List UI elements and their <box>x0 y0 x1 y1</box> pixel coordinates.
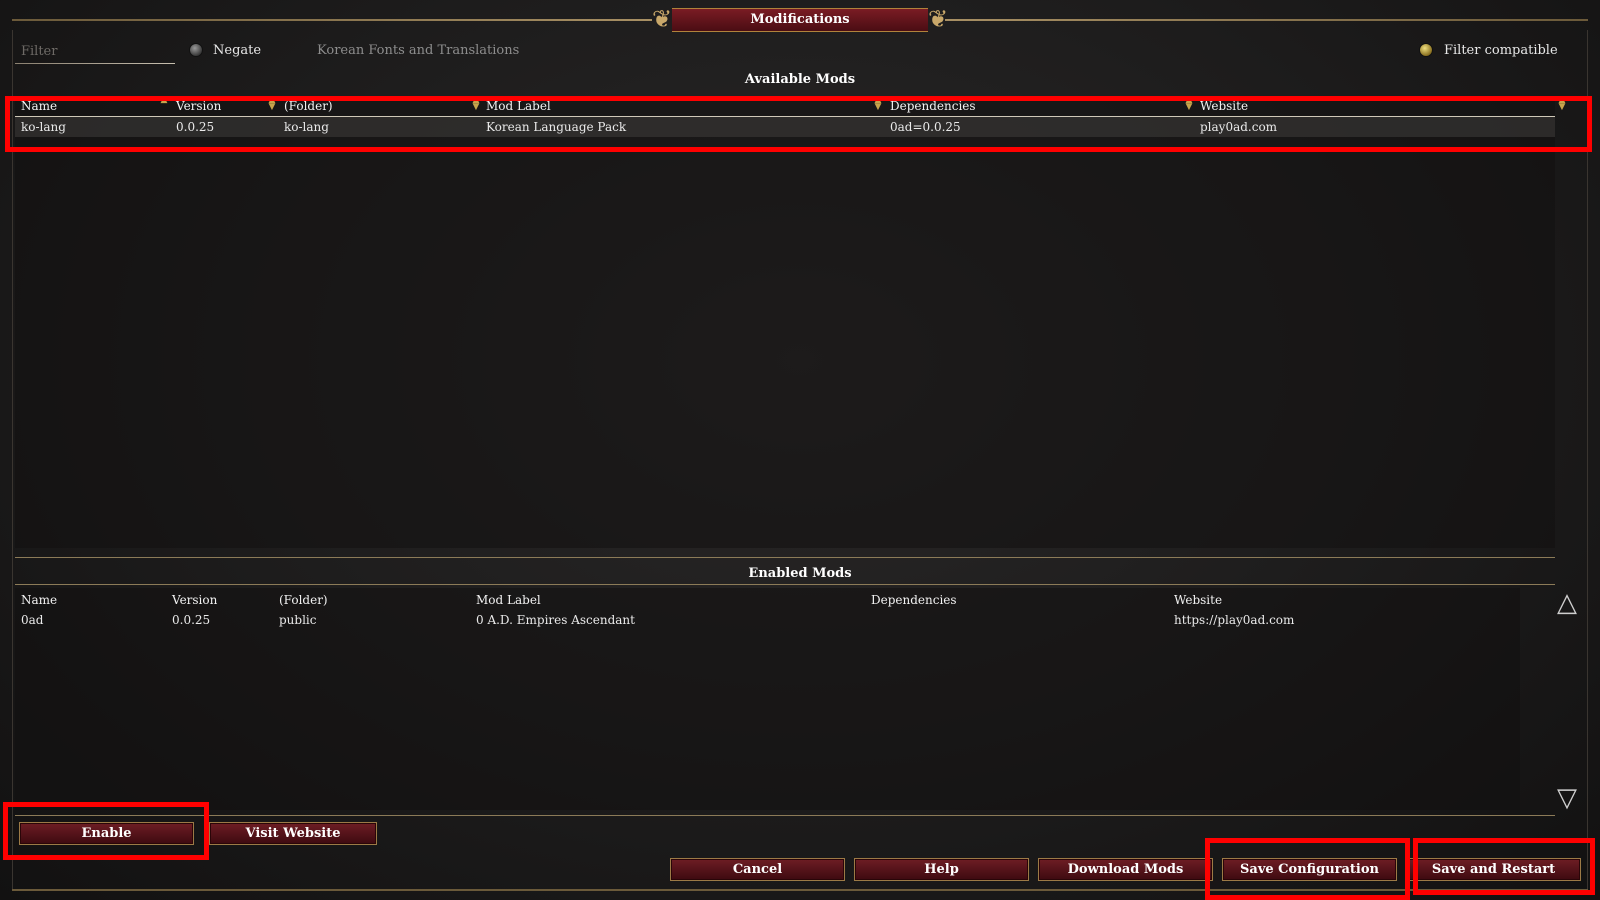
enabled-top-divider <box>15 557 1555 558</box>
sort-arrows-icon[interactable]: ▲ ▼ <box>1185 96 1193 112</box>
title-rule-right <box>945 19 1588 21</box>
mod-description: Korean Fonts and Translations <box>317 43 520 58</box>
cell-folder: ko-lang <box>284 120 329 134</box>
column-header-version[interactable]: Version <box>176 97 221 115</box>
cell-mod-label: Korean Language Pack <box>486 120 627 134</box>
column-header-mod-label[interactable]: Mod Label <box>486 97 551 115</box>
column-header-version[interactable]: Version <box>172 591 217 609</box>
help-button[interactable]: Help <box>854 858 1029 881</box>
cell-version: 0.0.25 <box>176 120 215 134</box>
column-header-name[interactable]: Name <box>21 591 57 609</box>
cell-name: ko-lang <box>21 120 66 134</box>
sort-arrows-icon[interactable]: ▲ ▼ <box>268 96 276 112</box>
table-row[interactable]: ko-lang 0.0.25 ko-lang Korean Language P… <box>15 117 1555 137</box>
filter-input[interactable] <box>15 39 175 64</box>
column-header-folder[interactable]: (Folder) <box>284 97 333 115</box>
cell-website: play0ad.com <box>1200 120 1278 134</box>
enabled-mods-title: Enabled Mods <box>748 566 852 581</box>
sort-arrows-icon[interactable]: ▲ ▼ <box>1558 96 1566 112</box>
enabled-header: Name Version (Folder) Mod Label Dependen… <box>15 591 1520 611</box>
available-mods-list[interactable]: Name ▲ Version ▲ ▼ (Folder) ▲ ▼ Mod Label … <box>15 96 1565 548</box>
available-mods-title: Available Mods <box>744 72 856 87</box>
bottom-rule <box>12 889 1588 891</box>
column-header-name[interactable]: Name <box>21 97 57 115</box>
download-mods-button[interactable]: Download Mods <box>1038 858 1213 881</box>
cell-website: https://play0ad.com <box>1174 613 1295 627</box>
enabled-title-divider <box>15 584 1555 585</box>
negate-label: Negate <box>213 43 262 58</box>
sort-asc-icon[interactable]: ▲ <box>160 96 168 111</box>
frame-left-edge <box>12 30 13 890</box>
available-header: Name ▲ Version ▲ ▼ (Folder) ▲ ▼ Mod Label … <box>15 96 1565 116</box>
negate-radio[interactable] <box>189 43 203 57</box>
cell-version: 0.0.25 <box>172 613 211 627</box>
save-configuration-button[interactable]: Save Configuration <box>1222 858 1397 881</box>
up-triangle-icon[interactable]: △ <box>1553 589 1581 617</box>
column-header-dependencies[interactable]: Dependencies <box>890 97 976 115</box>
sort-arrows-icon[interactable]: ▲ ▼ <box>472 96 480 112</box>
column-header-dependencies[interactable]: Dependencies <box>871 591 957 609</box>
cell-folder: public <box>279 613 317 627</box>
visit-website-button[interactable]: Visit Website <box>209 822 377 845</box>
enable-button[interactable]: Enable <box>19 822 194 845</box>
window-title: Modifications <box>672 8 928 32</box>
enabled-mods-list[interactable]: Name Version (Folder) Mod Label Dependen… <box>15 588 1520 810</box>
down-triangle-icon[interactable]: ▽ <box>1553 784 1581 812</box>
filter-compatible-radio[interactable] <box>1419 43 1433 57</box>
sort-arrows-icon[interactable]: ▲ ▼ <box>874 96 882 112</box>
column-header-website[interactable]: Website <box>1200 97 1248 115</box>
save-and-restart-button[interactable]: Save and Restart <box>1406 858 1581 881</box>
cell-mod-label: 0 A.D. Empires Ascendant <box>476 613 635 627</box>
title-rule-left <box>12 19 652 21</box>
ornament-right-icon: ❦ <box>927 5 949 33</box>
table-row[interactable]: 0ad 0.0.25 public 0 A.D. Empires Ascenda… <box>15 610 1520 630</box>
column-header-mod-label[interactable]: Mod Label <box>476 591 541 609</box>
frame-right-edge <box>1587 30 1588 890</box>
column-header-website[interactable]: Website <box>1174 591 1222 609</box>
enabled-bottom-divider <box>15 815 1555 816</box>
cell-name: 0ad <box>21 613 44 627</box>
column-header-folder[interactable]: (Folder) <box>279 591 328 609</box>
cell-dependencies: 0ad=0.0.25 <box>890 120 961 134</box>
filter-compatible-label: Filter compatible <box>1444 43 1558 58</box>
cancel-button[interactable]: Cancel <box>670 858 845 881</box>
